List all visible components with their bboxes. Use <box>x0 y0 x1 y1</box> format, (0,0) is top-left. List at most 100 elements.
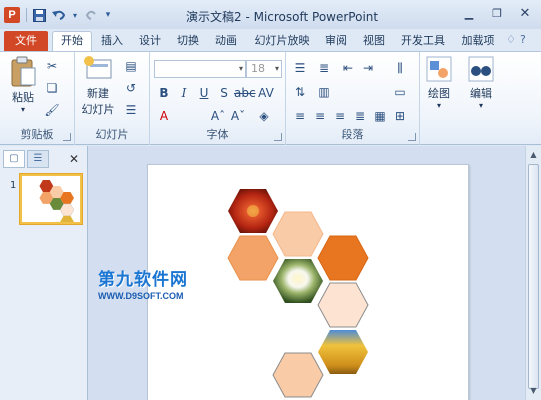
qat-separator <box>26 8 27 22</box>
new-slide-label-1: 新建 <box>87 87 109 100</box>
align-center-icon[interactable]: ≡ <box>312 108 328 124</box>
text-direction-icon[interactable]: ⫼ <box>392 60 408 76</box>
clipboard-group: 粘贴 ▾ ✂ ❏ 🖌 剪贴板 <box>0 52 75 145</box>
paste-dropdown-icon: ▾ <box>20 105 25 114</box>
pane-tabs: ▢ ☰ <box>3 150 49 168</box>
scroll-down-icon[interactable]: ▼ <box>526 384 541 398</box>
watermark-url: WWW.D9SOFT.COM <box>98 291 184 301</box>
slide-thumbnail-pane: ▢ ☰ ✕ 1 <box>0 146 88 400</box>
undo-icon[interactable] <box>51 7 67 23</box>
ribbon: 粘贴 ▾ ✂ ❏ 🖌 剪贴板 新建 幻灯片 ▤ ↺ ☰ 幻灯片 ▾ 18 ▾ B … <box>0 51 541 145</box>
layout-icon[interactable]: ▤ <box>123 58 139 74</box>
vertical-scrollbar[interactable]: ▲ ▼ <box>525 146 541 400</box>
paste-icon <box>11 56 36 87</box>
clipboard-launcher-icon[interactable] <box>63 133 71 141</box>
paragraph-group: ☰ ≣ ⇤ ⇥ ⫼ ⇅ ▥ ▭ ≡ ≡ ≡ ≣ ▦ ⊞ 段落 <box>286 52 420 145</box>
section-icon[interactable]: ☰ <box>123 102 139 118</box>
slide-number: 1 <box>10 180 17 191</box>
close-icon[interactable]: ✕ <box>515 5 535 23</box>
tab-file[interactable]: 文件 <box>4 31 48 51</box>
paste-button[interactable]: 粘贴 ▾ <box>6 56 40 114</box>
clear-format-icon[interactable]: ◈ <box>256 108 272 124</box>
smartart-icon[interactable]: ⊞ <box>392 108 408 124</box>
window-title: 演示文稿2 - Microsoft PowerPoint <box>186 10 379 24</box>
align-right-icon[interactable]: ≡ <box>332 108 348 124</box>
ribbon-tab-row: 文件 开始 插入 设计 切换 动画 幻灯片放映 审阅 视图 开发工具 加载项 ♢… <box>0 29 541 51</box>
editing-button[interactable]: 编辑 ▾ <box>464 56 498 110</box>
strikethrough-icon[interactable]: abc <box>234 85 256 101</box>
tab-insert[interactable]: 插入 <box>96 31 128 51</box>
reset-icon[interactable]: ↺ <box>123 80 139 96</box>
watermark: 第九软件网 WWW.D9SOFT.COM <box>98 265 188 301</box>
paragraph-group-label: 段落 <box>341 128 364 141</box>
help-icon[interactable]: ♢ <box>506 33 516 46</box>
justify-icon[interactable]: ≣ <box>352 108 368 124</box>
paragraph-launcher-icon[interactable] <box>408 133 416 141</box>
undo-dropdown-icon[interactable]: ▾ <box>71 7 79 23</box>
decrease-indent-icon[interactable]: ⇤ <box>340 60 356 76</box>
new-slide-label-2: 幻灯片 <box>81 103 115 116</box>
watermark-logo: 第九软件网 <box>98 270 188 290</box>
line-spacing-icon[interactable]: ⇅ <box>292 84 308 100</box>
bullets-icon[interactable]: ☰ <box>292 60 308 76</box>
font-color-icon[interactable]: A <box>156 108 172 124</box>
scroll-up-icon[interactable]: ▲ <box>526 148 541 162</box>
tab-developer[interactable]: 开发工具 <box>396 31 450 51</box>
italic-icon[interactable]: I <box>176 85 192 101</box>
columns-icon[interactable]: ▥ <box>316 84 332 100</box>
tab-design[interactable]: 设计 <box>134 31 166 51</box>
current-slide[interactable] <box>147 164 469 400</box>
bold-icon[interactable]: B <box>156 85 172 101</box>
restore-icon[interactable]: ❐ <box>487 5 507 23</box>
tab-addins[interactable]: 加载项 <box>456 31 500 51</box>
redo-icon[interactable] <box>83 7 99 23</box>
copy-icon[interactable]: ❏ <box>44 80 60 96</box>
hexagon-medium-orange <box>227 235 279 281</box>
editing-dropdown-icon: ▾ <box>478 101 483 110</box>
hexagon-yellow-flower <box>318 330 368 374</box>
new-slide-icon <box>84 56 112 79</box>
numbering-icon[interactable]: ≣ <box>316 60 332 76</box>
slides-group-label: 幻灯片 <box>95 128 129 141</box>
tab-slideshow[interactable]: 幻灯片放映 <box>251 31 313 51</box>
tab-transitions[interactable]: 切换 <box>172 31 204 51</box>
format-painter-icon[interactable]: 🖌 <box>44 102 60 118</box>
shrink-font-icon[interactable]: Aˇ <box>230 108 246 124</box>
close-pane-icon[interactable]: ✕ <box>66 150 82 168</box>
slide-thumbnail[interactable] <box>20 174 82 234</box>
scroll-thumb[interactable] <box>528 164 539 389</box>
minimize-icon[interactable]: ▁ <box>459 5 479 23</box>
slides-tab-icon[interactable]: ▢ <box>3 150 25 168</box>
shapes-icon <box>426 56 452 82</box>
font-group-label: 字体 <box>206 128 229 141</box>
hexagon-white-flower <box>273 259 323 303</box>
underline-icon[interactable]: U <box>196 85 212 101</box>
font-size-value: 18 <box>251 62 265 75</box>
font-launcher-icon[interactable] <box>274 133 282 141</box>
drawing-dropdown-icon: ▾ <box>436 101 441 110</box>
distribute-icon[interactable]: ▦ <box>372 108 388 124</box>
align-left-icon[interactable]: ≡ <box>292 108 308 124</box>
font-size-combo[interactable]: 18 ▾ <box>246 60 282 78</box>
tab-home[interactable]: 开始 <box>52 31 92 51</box>
align-text-icon[interactable]: ▭ <box>392 84 408 100</box>
drawing-group: 绘图 ▾ <box>420 52 458 145</box>
outline-tab-icon[interactable]: ☰ <box>27 150 49 168</box>
tab-animations[interactable]: 动画 <box>210 31 242 51</box>
powerpoint-app-icon[interactable]: P <box>4 7 20 23</box>
increase-indent-icon[interactable]: ⇥ <box>360 60 376 76</box>
cut-icon[interactable]: ✂ <box>44 58 60 74</box>
tab-review[interactable]: 审阅 <box>320 31 352 51</box>
char-spacing-icon[interactable]: AV <box>258 85 274 101</box>
customize-qat-icon[interactable]: ▾ <box>103 7 113 23</box>
shadow-icon[interactable]: S <box>216 85 232 101</box>
new-slide-button[interactable]: 新建 幻灯片 <box>77 56 119 117</box>
save-icon[interactable] <box>31 7 47 23</box>
tab-view[interactable]: 视图 <box>358 31 390 51</box>
minimize-ribbon-icon[interactable]: ? <box>520 33 526 46</box>
font-group: ▾ 18 ▾ B I U S abc AV A Aˆ Aˇ ◈ 字体 <box>150 52 286 145</box>
grow-font-icon[interactable]: Aˆ <box>210 108 226 124</box>
slides-group: 新建 幻灯片 ▤ ↺ ☰ 幻灯片 <box>75 52 150 145</box>
drawing-button[interactable]: 绘图 ▾ <box>424 56 454 110</box>
font-name-combo[interactable]: ▾ <box>154 60 246 78</box>
